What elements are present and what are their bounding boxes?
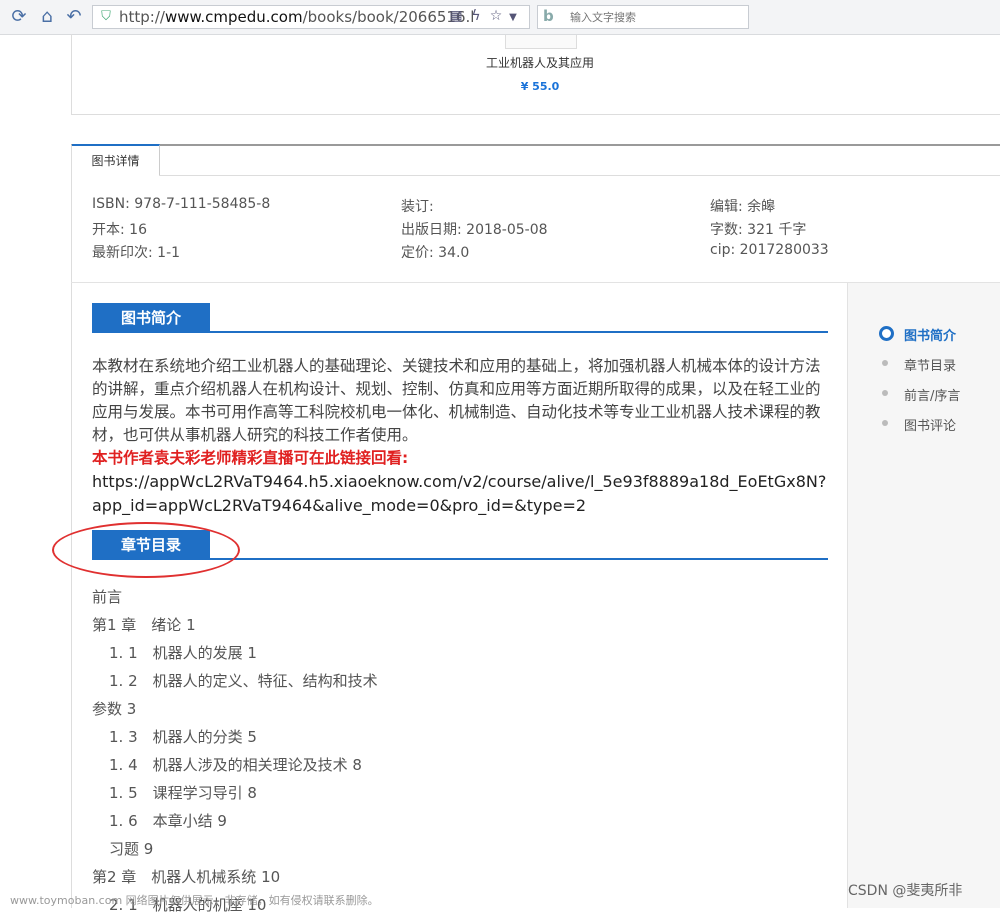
watermark-right: CSDN @斐夷所非 (848, 883, 963, 899)
isbn: ISBN: 978-7-111-58485-8 (92, 196, 271, 212)
heading-rule (92, 331, 828, 333)
intro-text: 本教材在系统地介绍工业机器人的基础理论、关键技术和应用的基础上，将加强机器人机械… (92, 357, 821, 444)
toc-item: 1. 5 课程学习导引 8 (109, 784, 257, 802)
toc-item: 第2 章 机器人机械系统 10 (92, 868, 281, 886)
home-icon[interactable]: ⌂ (36, 6, 58, 28)
bullet-icon (882, 360, 888, 366)
chevron-down-icon[interactable]: ▼ (506, 7, 520, 29)
browser-toolbar: ⟳ ⌂ ↶ ⛉ http://www.cmpedu.com/books/book… (0, 0, 1000, 35)
url-text: http://www.cmpedu.com/books/book/2066516… (119, 8, 475, 26)
toc-item: 1. 4 机器人涉及的相关理论及技术 8 (109, 756, 362, 774)
toc-item: 1. 3 机器人的分类 5 (109, 728, 257, 746)
live-replay-link[interactable]: https://appWcL2RVaT9464.h5.xiaoeknow.com… (92, 472, 826, 515)
word-count: 字数: 321 千字 (710, 222, 807, 238)
toc-item: 1. 1 机器人的发展 1 (109, 644, 257, 662)
list-price: 定价: 34.0 (401, 245, 470, 261)
lightning-icon[interactable]: ϟ (466, 5, 486, 27)
latest-printing: 最新印次: 1-1 (92, 245, 181, 261)
bullet-icon (882, 420, 888, 426)
cip-number: cip: 2017280033 (710, 242, 829, 258)
red-highlight-circle (52, 522, 240, 578)
toc-item: 1. 6 本章小结 9 (109, 812, 227, 830)
tab-divider (159, 175, 1000, 176)
active-marker-icon (879, 326, 894, 341)
toc-item: 习题 9 (109, 840, 154, 858)
editor: 编辑: 余皞 (710, 199, 776, 215)
refresh-icon[interactable]: ⟳ (8, 6, 30, 28)
intro-section-header: 图书简介 (92, 303, 832, 333)
toc-item: 前言 (92, 588, 123, 606)
book-price: ¥ 55.0 (520, 80, 560, 93)
toc-item: 参数 3 (92, 700, 137, 718)
book-format: 开本: 16 (92, 222, 147, 238)
book-name[interactable]: 工业机器人及其应用 (470, 54, 610, 71)
intro-heading: 图书简介 (92, 303, 210, 333)
address-tools: ▦ ϟ ☆ ▼ (446, 5, 528, 27)
live-notice: 本书作者袁夫彩老师精彩直播可在此链接回看: (92, 449, 409, 467)
bing-icon: b (543, 7, 554, 25)
bullet-icon (882, 390, 888, 396)
section-nav-sidebar: 图书简介 章节目录 前言/序言 图书评论 (847, 283, 1000, 908)
toc-item: 1. 2 机器人的定义、特征、结构和技术 (109, 672, 378, 690)
publish-date: 出版日期: 2018-05-08 (401, 222, 548, 238)
sidebar-item-label: 图书评论 (904, 419, 957, 434)
intro-body: 本教材在系统地介绍工业机器人的基础理论、关键技术和应用的基础上，将加强机器人机械… (92, 355, 832, 518)
tab-book-details[interactable]: 图书详情 (72, 144, 160, 176)
book-cover-thumbnail[interactable] (505, 35, 577, 49)
star-icon[interactable]: ☆ (486, 5, 506, 27)
search-box[interactable]: b (537, 5, 749, 29)
search-input[interactable] (568, 8, 742, 26)
book-details-panel: 图书详情 (71, 144, 1000, 286)
watermark-left: www.toymoban.com 网络图片仅供展示，非存储，如有侵权请联系删除。 (10, 894, 379, 907)
binding: 装订: (401, 199, 434, 215)
toc-item: 第1 章 绪论 1 (92, 616, 196, 634)
sidebar-item-label: 前言/序言 (904, 389, 961, 404)
back-icon[interactable]: ↶ (63, 6, 85, 28)
qr-code-icon[interactable]: ▦ (446, 5, 466, 27)
security-shield-icon: ⛉ (101, 9, 111, 24)
sidebar-item-label: 图书简介 (904, 329, 957, 344)
sidebar-item-label: 章节目录 (904, 359, 957, 374)
